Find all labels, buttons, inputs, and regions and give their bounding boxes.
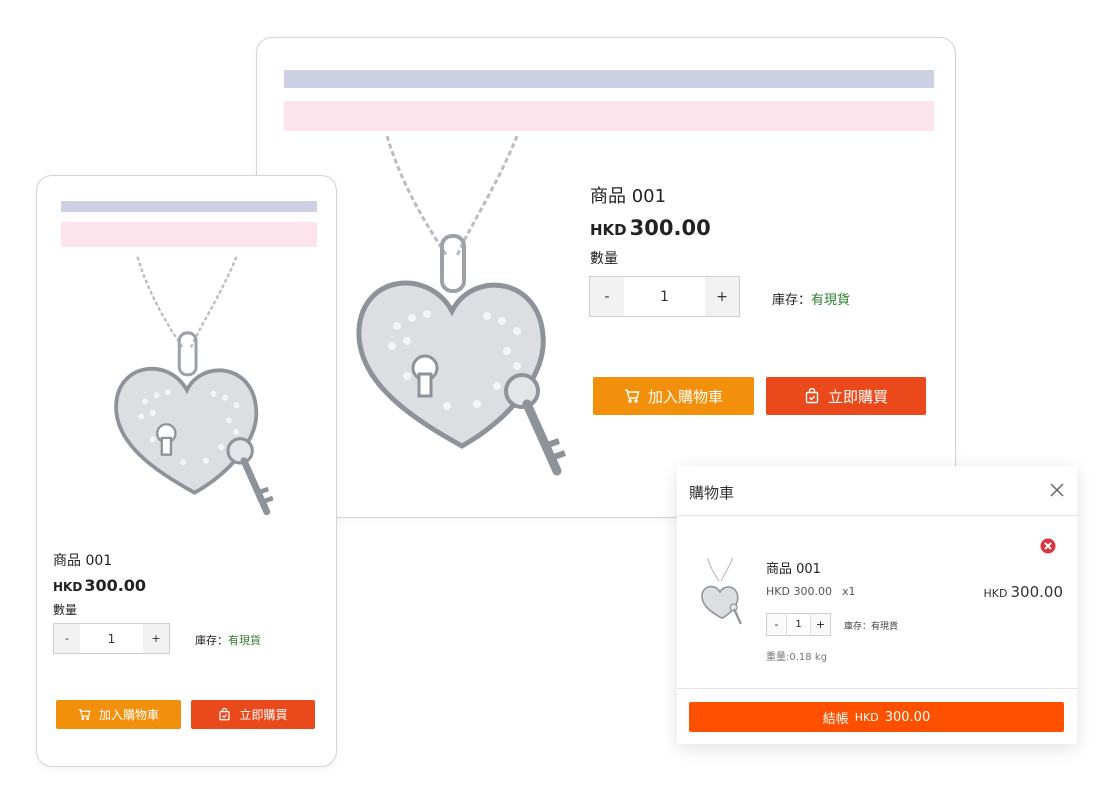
price-amount: 300.00 [629, 216, 711, 240]
buy-now-label: 立即購買 [239, 708, 288, 722]
stock-value: 有現貨 [811, 293, 851, 308]
cart-item-total-currency: HKD [983, 587, 1008, 600]
buy-now-label: 立即購買 [827, 387, 888, 406]
product-title: 商品 001 [590, 186, 667, 207]
price-currency: HKD [53, 580, 83, 594]
desktop-product-card: 商品 001 HKD 300.00 數量 - 1 + 庫存：有現貨 加入購物車 立… [256, 37, 956, 518]
cart-item-name: 商品 001 [766, 562, 821, 577]
banner-bar-placeholder [284, 101, 934, 131]
cart-quantity-stepper: - 1 + [766, 613, 831, 636]
cart-quantity-increase-button[interactable]: + [811, 614, 830, 635]
stock-label: 庫存： [772, 293, 812, 308]
cart-quantity-input[interactable]: 1 [786, 614, 811, 635]
cart-quantity-decrease-button[interactable]: - [767, 614, 786, 635]
cart-item-unit-price: HKD 300.00 x1 [766, 585, 855, 598]
shopping-bag-icon [805, 388, 819, 404]
quantity-stepper: - 1 + [589, 276, 740, 317]
add-to-cart-label: 加入購物車 [98, 708, 159, 722]
cart-item-qty-text: x1 [841, 585, 856, 598]
add-to-cart-button[interactable]: 加入購物車 [56, 700, 181, 729]
cart-title: 購物車 [689, 484, 735, 502]
quantity-decrease-button[interactable]: - [54, 624, 80, 653]
stock-label: 庫存： [195, 634, 228, 647]
mobile-product-card: 商品 001 HKD 300.00 數量 - 1 + 庫存：有現貨 加入購物車 立… [36, 175, 337, 767]
product-image [114, 256, 274, 516]
cart-item-price-text: HKD 300.00 [766, 585, 832, 598]
stock-status: 庫存：有現貨 [195, 632, 261, 648]
product-title: 商品 001 [53, 553, 113, 569]
quantity-label: 數量 [590, 251, 618, 267]
checkout-currency: HKD [854, 710, 879, 724]
checkout-amount: 300.00 [884, 709, 931, 725]
quantity-input[interactable]: 1 [624, 277, 705, 316]
checkout-label: 結帳 [822, 711, 849, 727]
shopping-bag-icon [219, 708, 231, 721]
add-to-cart-button[interactable]: 加入購物車 [593, 377, 754, 415]
cart-item-total-amount: 300.00 [1010, 583, 1064, 601]
checkout-button[interactable]: 結帳 HKD 300.00 [689, 702, 1064, 732]
quantity-label: 數量 [53, 603, 78, 617]
product-price: HKD 300.00 [53, 576, 146, 595]
product-price: HKD 300.00 [590, 216, 711, 240]
quantity-increase-button[interactable]: + [143, 624, 169, 653]
header-bar-placeholder [61, 201, 317, 212]
header-bar-placeholder [284, 70, 934, 88]
price-amount: 300.00 [84, 576, 147, 595]
stock-value: 有現貨 [228, 634, 261, 647]
cart-popup: 購物車 商品 001 HKD 300.00 x1 HKD 300.00 - 1 + … [677, 466, 1077, 744]
buy-now-button[interactable]: 立即購買 [191, 700, 315, 729]
buy-now-button[interactable]: 立即購買 [766, 377, 926, 415]
banner-bar-placeholder [61, 222, 317, 247]
remove-circle-icon[interactable] [1040, 538, 1056, 554]
add-to-cart-label: 加入購物車 [647, 387, 723, 406]
cart-item-total: HKD 300.00 [984, 583, 1063, 601]
quantity-decrease-button[interactable]: - [590, 277, 624, 316]
product-image [356, 136, 567, 476]
shopping-cart-icon [624, 389, 640, 403]
quantity-increase-button[interactable]: + [705, 277, 739, 316]
cart-item-stock: 庫存：有現貨 [844, 622, 899, 632]
cart-footer-divider [677, 688, 1077, 689]
quantity-input[interactable]: 1 [80, 624, 143, 653]
stock-status: 庫存：有現貨 [772, 289, 850, 308]
quantity-stepper: - 1 + [53, 623, 170, 654]
price-currency: HKD [590, 221, 627, 239]
close-icon[interactable] [1049, 482, 1065, 498]
cart-item-weight: 重量:0.18 kg [766, 652, 827, 663]
cart-item-thumbnail [701, 558, 742, 625]
shopping-cart-icon [78, 709, 91, 720]
cart-header [677, 466, 1077, 516]
